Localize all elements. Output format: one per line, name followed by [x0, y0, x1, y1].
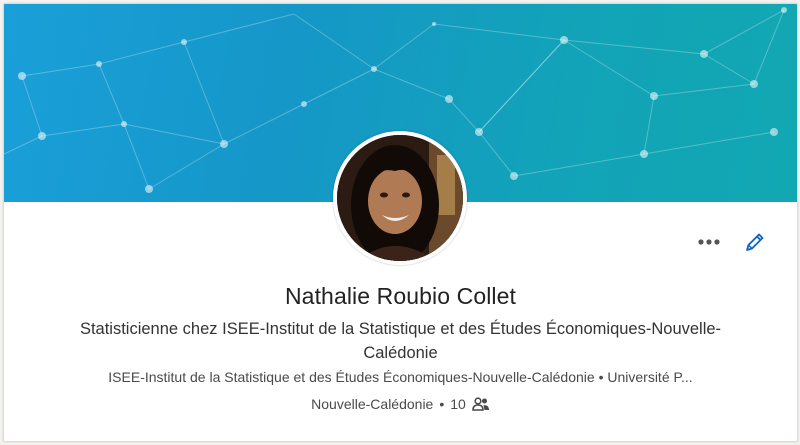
- profile-headline: Statisticienne chez ISEE-Institut de la …: [79, 320, 722, 362]
- profile-meta: Nouvelle-Calédonie • 10: [4, 396, 797, 412]
- profile-actions: [697, 230, 767, 254]
- profile-photo: [337, 135, 463, 261]
- more-actions-button[interactable]: [697, 230, 721, 254]
- separator-dot: •: [439, 396, 445, 412]
- pencil-icon: [746, 233, 764, 251]
- profile-card: Nathalie Roubio Collet Statisticienne ch…: [3, 3, 798, 442]
- connections-icon: [472, 397, 489, 411]
- profile-photo-frame[interactable]: [333, 131, 467, 265]
- profile-education-line[interactable]: ISEE-Institut de la Statistique et des É…: [44, 369, 757, 385]
- profile-location: Nouvelle-Calédonie: [311, 396, 434, 412]
- avatar[interactable]: [337, 135, 463, 261]
- profile-name: Nathalie Roubio Collet: [284, 283, 517, 309]
- connections-count[interactable]: 10: [450, 396, 466, 412]
- edit-profile-button[interactable]: [743, 230, 767, 254]
- more-horizontal-icon: [698, 239, 720, 245]
